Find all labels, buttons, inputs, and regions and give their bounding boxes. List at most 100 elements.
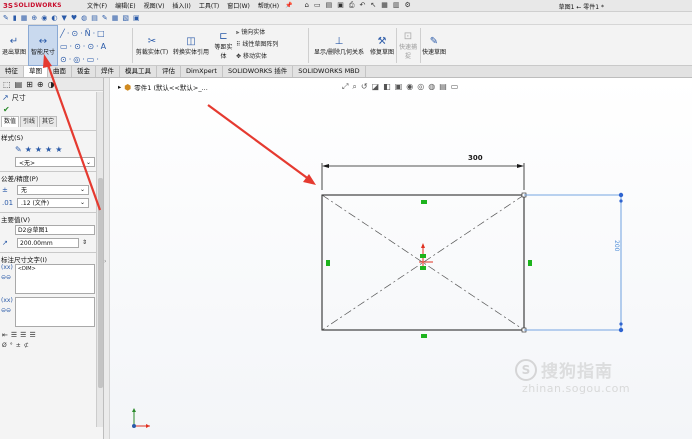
- grid-icon[interactable]: ▦: [21, 14, 28, 22]
- spinner-icon[interactable]: ⇕: [82, 239, 87, 246]
- menu-tools[interactable]: 工具(T): [195, 1, 223, 10]
- tolerance-group-header[interactable]: 公差/精度(P) ⌃: [0, 172, 103, 183]
- tolerance-type-select[interactable]: 无 ⌄: [17, 184, 89, 195]
- mirror-entities-button[interactable]: ⫸ 镜向实体: [236, 27, 306, 39]
- save-icon[interactable]: ▣: [337, 1, 344, 10]
- list-icon[interactable]: ▣: [133, 14, 140, 22]
- tab-weldments[interactable]: 焊件: [96, 66, 120, 77]
- graphics-area[interactable]: ▸ ⬢ 零件1 (默认<<默认>_... ⤢ ⌕ ↺ ◪ ◧ ▣ ◉ ◎ ◍ ▤…: [110, 78, 692, 439]
- horizontal-relation-marker[interactable]: [421, 200, 427, 204]
- quick-snaps-button[interactable]: ⊡ 快速捕捉: [397, 25, 419, 66]
- preview-handle-top[interactable]: [618, 192, 624, 198]
- align-left-text-icon[interactable]: ☰: [11, 331, 17, 339]
- menu-view[interactable]: 视图(V): [140, 1, 169, 10]
- options-gear-icon[interactable]: ⚙: [404, 1, 410, 10]
- rect-tools-row[interactable]: ▭·⊙·⊙·A: [60, 40, 130, 53]
- solidworks-logo[interactable]: 3S SOLIDWORKS: [3, 2, 73, 10]
- tab-surfaces[interactable]: 曲面: [48, 66, 72, 77]
- pin-icon[interactable]: 📌: [285, 2, 292, 9]
- vertical-relation-marker[interactable]: [528, 260, 532, 266]
- dimension-value-field[interactable]: 200.00mm: [17, 237, 79, 248]
- tab-sheet-metal[interactable]: 钣金: [72, 66, 96, 77]
- vertical-relation-marker[interactable]: [326, 260, 330, 266]
- scene-icon[interactable]: ♥: [71, 14, 77, 22]
- diameter-symbol-icon[interactable]: Ø: [2, 342, 7, 349]
- horizontal-dimension-value[interactable]: 300: [468, 154, 483, 162]
- menu-insert[interactable]: 插入(I): [168, 1, 194, 10]
- load-style-icon[interactable]: ★: [55, 145, 62, 154]
- new-document-icon[interactable]: ▭: [314, 1, 321, 10]
- tab-solidworks-addins[interactable]: SOLIDWORKS 插件: [223, 66, 294, 77]
- print-icon[interactable]: ⎙: [349, 1, 355, 10]
- feature-tree-icon[interactable]: ⬚: [3, 80, 11, 89]
- text-link-icon[interactable]: ⊖⊖: [1, 307, 13, 314]
- apply-style-icon[interactable]: ✎: [15, 145, 22, 154]
- home-icon[interactable]: ⌂: [305, 1, 309, 10]
- section-icon[interactable]: ◐: [51, 14, 57, 22]
- delete-style-icon[interactable]: ★: [35, 145, 42, 154]
- rebuild-icon[interactable]: ▦: [381, 1, 388, 10]
- text-link-icon[interactable]: ⊖⊖: [1, 274, 13, 281]
- property-manager-scrollbar[interactable]: [96, 92, 103, 427]
- sketch-icon[interactable]: ✎: [3, 14, 9, 22]
- property-manager-icon[interactable]: ▤: [15, 80, 23, 89]
- menu-edit[interactable]: 编辑(E): [111, 1, 139, 10]
- undo-icon[interactable]: ↶: [359, 1, 365, 10]
- menu-help[interactable]: 帮助(H): [254, 1, 283, 10]
- select-icon[interactable]: ↖: [370, 1, 376, 10]
- scrollbar-thumb[interactable]: [98, 178, 103, 388]
- midpoint-relation-marker[interactable]: [420, 254, 426, 258]
- menu-window[interactable]: 窗口(W): [223, 1, 254, 10]
- display-icon[interactable]: ◍: [81, 14, 87, 22]
- grid-icon[interactable]: ▦: [112, 14, 119, 22]
- rapid-sketch-button[interactable]: ✎ 快速草图: [421, 25, 447, 66]
- style-group-header[interactable]: 样式(S) ⌃: [0, 131, 103, 142]
- primary-value-header[interactable]: 主要值(V) ⌃: [0, 213, 103, 224]
- dimension-text-field[interactable]: <DIM>: [14, 264, 95, 294]
- tab-mold-tools[interactable]: 模具工具: [120, 66, 157, 77]
- offset-entities-button[interactable]: ⊏ 等距实体: [212, 25, 235, 66]
- plus-minus-symbol-icon[interactable]: ±: [16, 342, 21, 349]
- move-entities-button[interactable]: ✥ 移动实体: [236, 51, 306, 63]
- dimension-text-field-below[interactable]: [14, 297, 95, 327]
- open-icon[interactable]: ▤: [326, 1, 333, 10]
- smart-dimension-button[interactable]: ↔ 智能尺寸: [28, 25, 58, 66]
- center-line-symbol-icon[interactable]: ⊄: [24, 342, 29, 349]
- dimension-name-field[interactable]: D2@草图1: [15, 225, 95, 235]
- vertical-dimension-value[interactable]: 200: [613, 240, 620, 252]
- slot-tools-row[interactable]: ⊙·◎·▭·: [60, 53, 130, 66]
- trim-entities-button[interactable]: ✂ 剪裁实体(T): [134, 25, 170, 66]
- measure-icon[interactable]: ▤: [91, 14, 98, 22]
- subtab-leaders[interactable]: 引线: [20, 116, 39, 127]
- subtab-value[interactable]: 数值: [1, 116, 20, 127]
- tab-dimxpert[interactable]: DimXpert: [181, 66, 223, 77]
- text-below-icon[interactable]: (xx): [1, 297, 13, 304]
- tab-sketch[interactable]: 草图: [24, 66, 48, 77]
- align-left-icon[interactable]: ⇤: [2, 331, 8, 339]
- collapse-arrow-icon[interactable]: ›: [104, 258, 106, 265]
- menu-file[interactable]: 文件(F): [83, 1, 111, 10]
- shaded-icon[interactable]: ◉: [41, 14, 47, 22]
- linear-pattern-button[interactable]: ⠿ 线性草图阵列: [236, 39, 306, 51]
- tab-solidworks-mbd[interactable]: SOLIDWORKS MBD: [293, 66, 366, 77]
- degree-symbol-icon[interactable]: °: [10, 342, 13, 349]
- zoom-icon[interactable]: ⊕: [31, 14, 37, 22]
- precision-select[interactable]: .12 (文件) ⌄: [17, 197, 89, 208]
- ok-checkmark-icon[interactable]: ✔: [0, 104, 103, 116]
- tab-features[interactable]: 特征: [0, 66, 24, 77]
- display-manager-icon[interactable]: ◑: [48, 80, 55, 89]
- view-orientation-icon[interactable]: ▮: [13, 14, 17, 22]
- subtab-other[interactable]: 其它: [39, 116, 58, 127]
- save-style-icon[interactable]: ★: [45, 145, 52, 154]
- line-tools-row[interactable]: ╱·⊙·Ñ·□: [60, 27, 130, 40]
- horizontal-relation-marker[interactable]: [421, 334, 427, 338]
- file-properties-icon[interactable]: ▥: [393, 1, 400, 10]
- repair-sketch-button[interactable]: ⚒ 修复草图: [369, 25, 395, 66]
- align-center-icon[interactable]: ☰: [20, 331, 26, 339]
- appearance-icon[interactable]: ▼: [61, 14, 66, 22]
- exit-sketch-button[interactable]: ↵ 退出草图: [0, 25, 28, 66]
- preview-handle-bottom[interactable]: [618, 327, 624, 333]
- align-right-icon[interactable]: ☰: [29, 331, 35, 339]
- convert-entities-button[interactable]: ◫ 转换实体引用: [171, 25, 211, 66]
- dimxpert-icon[interactable]: ⊕: [37, 80, 44, 89]
